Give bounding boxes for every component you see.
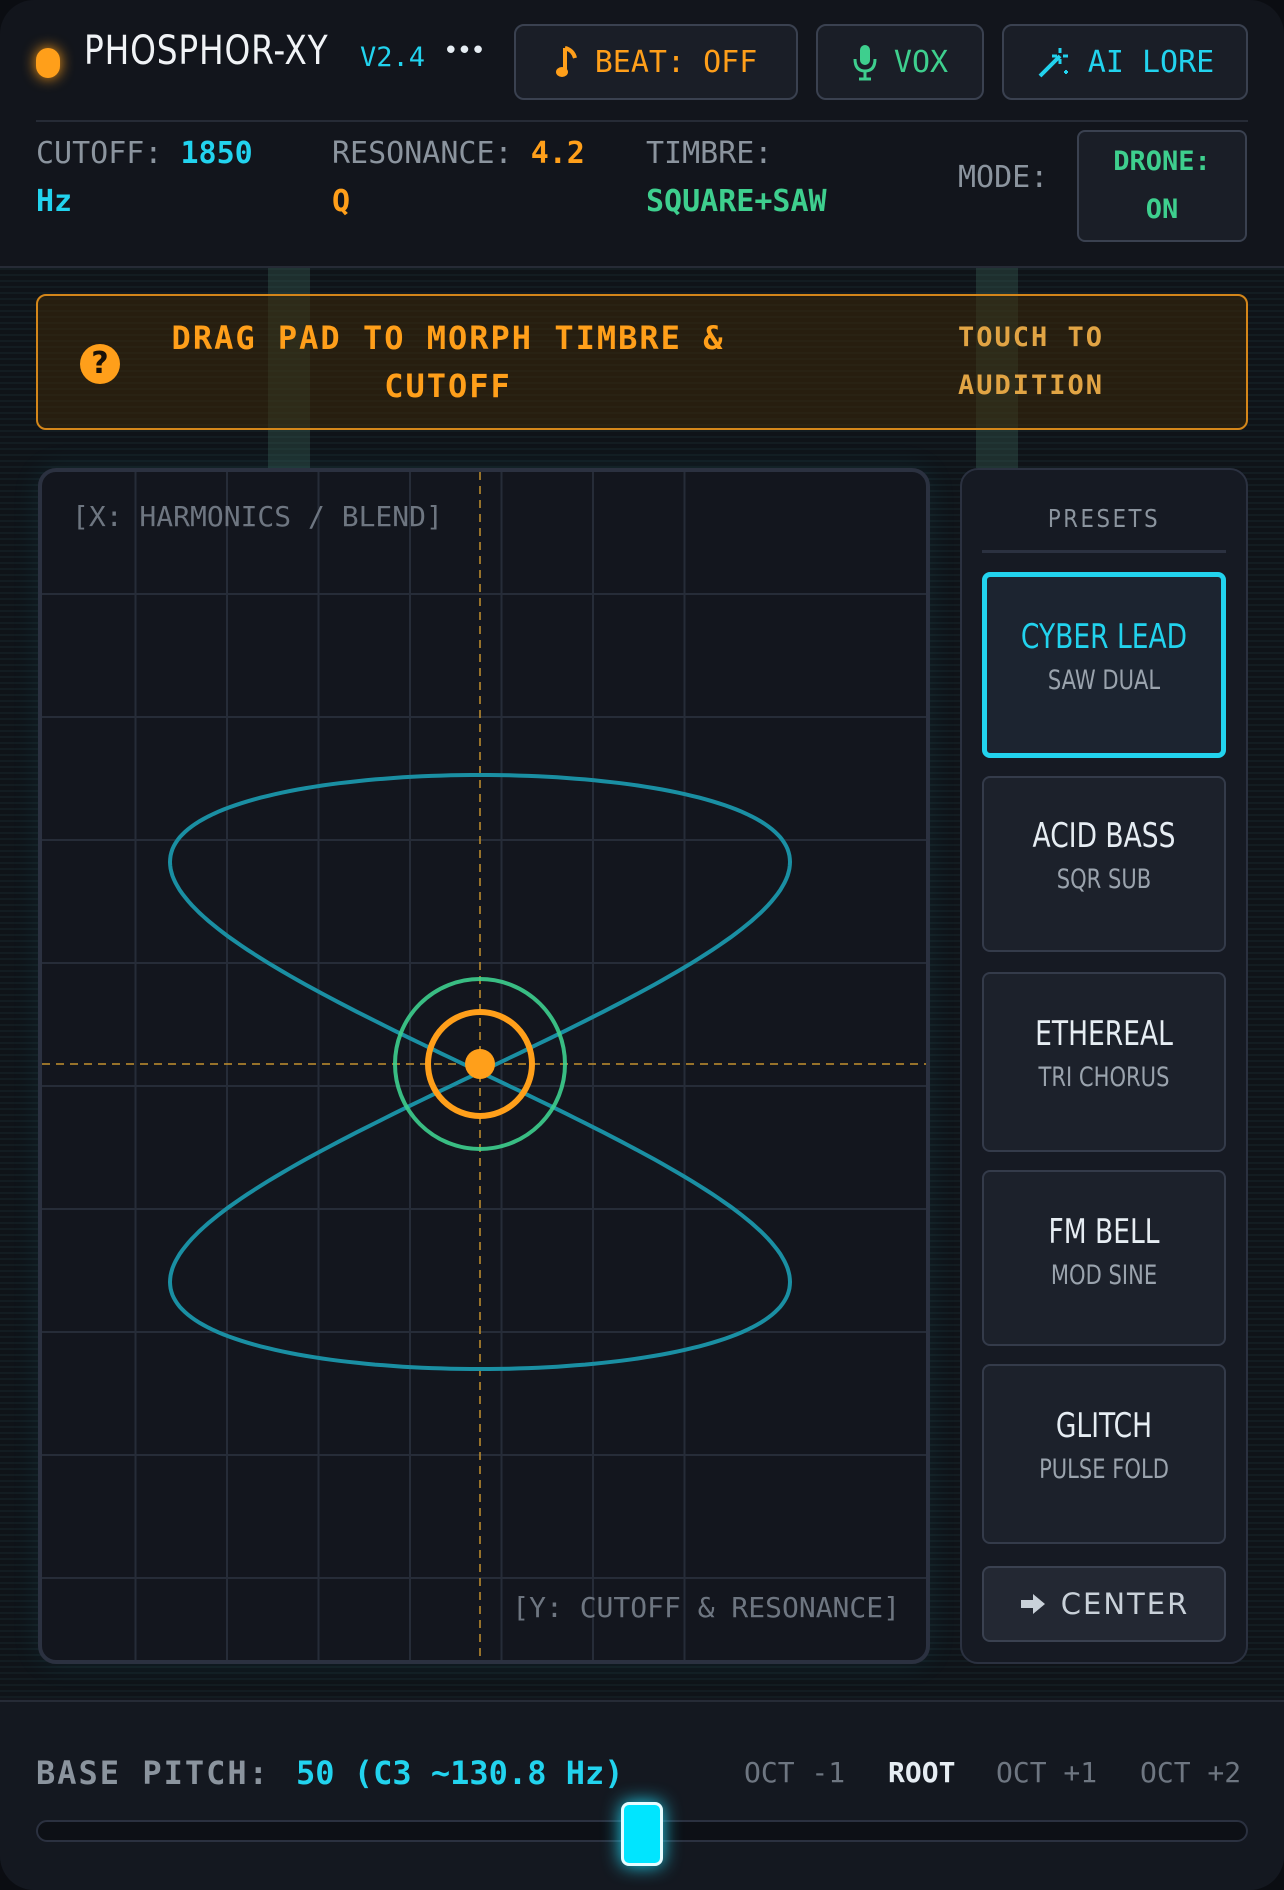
preset-name: FM BELL: [1048, 1212, 1160, 1252]
arrow-right-icon: [1020, 1594, 1045, 1614]
presets-divider: [982, 550, 1226, 553]
timbre-readout: TIMBRE: SQUARE+SAW: [646, 130, 827, 226]
preset-sub: TRI CHORUS: [1038, 1062, 1170, 1093]
preset-name: GLITCH: [1055, 1406, 1153, 1446]
preset-sub: MOD SINE: [1050, 1260, 1158, 1291]
y-axis-label: [Y: CUTOFF & RESONANCE]: [512, 1591, 900, 1624]
preset-name: CYBER LEAD: [1020, 617, 1188, 657]
app-title: PHOSPHOR-XY: [84, 28, 329, 74]
base-pitch-value: 50 (C3 ~130.8 Hz): [296, 1754, 624, 1792]
ai-lore-button[interactable]: AI LORE: [1002, 24, 1248, 100]
cutoff-unit: Hz: [36, 184, 73, 219]
cutoff-label: CUTOFF:: [36, 136, 163, 171]
more-icon[interactable]: •••: [443, 36, 486, 66]
ai-lore-label: AI LORE: [1087, 44, 1215, 80]
preset-cyber-lead[interactable]: CYBER LEAD SAW DUAL: [982, 572, 1226, 758]
xy-pad[interactable]: [X: HARMONICS / BLEND] [Y: CUTOFF & RESO…: [38, 468, 930, 1664]
drone-label: DRONE:: [1113, 146, 1211, 177]
preset-ethereal[interactable]: ETHEREAL TRI CHORUS: [982, 972, 1226, 1152]
status-led-icon: [36, 48, 60, 78]
drone-state: ON: [1145, 194, 1179, 225]
preset-name: ETHEREAL: [1035, 1014, 1173, 1054]
octave-plus-2[interactable]: OCT +2: [1140, 1756, 1241, 1789]
beat-label: BEAT: OFF: [594, 44, 758, 80]
octave-root[interactable]: ROOT: [888, 1756, 955, 1789]
x-axis-label: [X: HARMONICS / BLEND]: [72, 500, 443, 533]
hint-sub-line: TOUCH TO: [958, 322, 1105, 353]
preset-glitch[interactable]: GLITCH PULSE FOLD: [982, 1364, 1226, 1544]
octave-plus-1[interactable]: OCT +1: [996, 1756, 1097, 1789]
hint-main-text: DRAG PAD TO MORPH TIMBRE & CUTOFF: [168, 314, 728, 410]
music-note-icon: [555, 46, 577, 77]
vox-label: VOX: [893, 44, 949, 80]
cursor-dot: [465, 1049, 495, 1079]
octave-minus-1[interactable]: OCT -1: [744, 1756, 845, 1789]
timbre-value: SQUARE+SAW: [646, 184, 827, 219]
resonance-unit: Q: [332, 184, 351, 219]
drone-toggle-button[interactable]: DRONE: ON: [1077, 130, 1247, 242]
base-pitch-bar: BASE PITCH: 50 (C3 ~130.8 Hz) OCT -1 ROO…: [0, 1700, 1284, 1890]
resonance-readout: RESONANCE: 4.2 Q: [332, 130, 585, 226]
beat-toggle-button[interactable]: BEAT: OFF: [514, 24, 798, 100]
version-label: V2.4: [360, 42, 426, 73]
base-pitch-label: BASE PITCH:: [36, 1754, 270, 1792]
hint-banner: ? DRAG PAD TO MORPH TIMBRE & CUTOFF TOUC…: [36, 294, 1248, 430]
help-icon: ?: [80, 344, 120, 384]
preset-acid-bass[interactable]: ACID BASS SQR SUB: [982, 776, 1226, 952]
vox-button[interactable]: VOX: [816, 24, 984, 100]
mode-label: MODE:: [958, 160, 1049, 195]
center-label: CENTER: [1060, 1587, 1190, 1621]
preset-name: ACID BASS: [1032, 816, 1176, 856]
pitch-slider-thumb[interactable]: [621, 1802, 663, 1866]
microphone-icon: [853, 45, 877, 81]
presets-panel: PRESETS CYBER LEAD SAW DUAL ACID BASS SQ…: [960, 468, 1248, 1664]
preset-sub: SAW DUAL: [1047, 665, 1161, 696]
header: PHOSPHOR-XY V2.4 ••• BEAT: OFF VOX AI LO…: [0, 0, 1284, 120]
hint-sub-text: TOUCH TO AUDITION: [958, 314, 1208, 410]
preset-sub: SQR SUB: [1056, 864, 1152, 895]
xy-pad-canvas[interactable]: [42, 472, 926, 1660]
resonance-value: 4.2: [530, 136, 585, 171]
hint-main-line: DRAG PAD TO MORPH TIMBRE &: [171, 319, 725, 357]
preset-sub: PULSE FOLD: [1039, 1454, 1169, 1485]
cutoff-value: 1850: [180, 136, 253, 171]
timbre-label: TIMBRE:: [646, 136, 773, 171]
center-button[interactable]: CENTER: [982, 1566, 1226, 1642]
magic-wand-icon: [1038, 48, 1068, 78]
hint-sub-line: AUDITION: [958, 370, 1105, 401]
cutoff-readout: CUTOFF: 1850 Hz: [36, 130, 253, 226]
presets-title: PRESETS: [1047, 504, 1161, 533]
app-frame: PHOSPHOR-XY V2.4 ••• BEAT: OFF VOX AI LO…: [0, 0, 1284, 1890]
hint-main-line: CUTOFF: [384, 367, 512, 405]
preset-fm-bell[interactable]: FM BELL MOD SINE: [982, 1170, 1226, 1346]
resonance-label: RESONANCE:: [332, 136, 513, 171]
